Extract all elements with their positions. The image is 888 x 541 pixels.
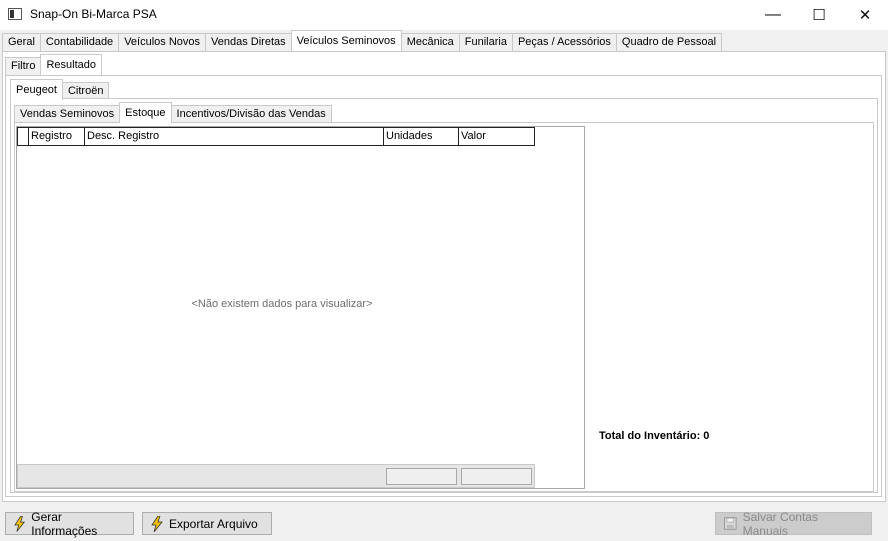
minimize-button[interactable]: — [750,0,796,30]
tab-geral[interactable]: Geral [2,33,41,51]
column-header-unidades[interactable]: Unidades [384,128,459,145]
title-bar: Snap-On Bi-Marca PSA — ☐ ✕ [0,0,888,30]
tab-filtro[interactable]: Filtro [5,57,42,75]
tab-veiculos-seminovos[interactable]: Veículos Seminovos [290,30,402,51]
inventory-grid[interactable]: Registro Desc. Registro Unidades Valor <… [16,126,585,489]
close-button[interactable]: ✕ [842,0,888,30]
column-header-desc-registro[interactable]: Desc. Registro [85,128,384,145]
section-tab-bar: Vendas Seminovos Estoque Incentivos/Divi… [14,102,332,123]
grid-footer [17,464,535,488]
footer-total-valor [461,468,532,485]
window-title: Snap-On Bi-Marca PSA [30,7,157,21]
lightning-icon [14,515,26,532]
grid-indicator-column [18,128,29,145]
sub-tab-bar: Filtro Resultado [5,54,102,75]
maximize-button[interactable]: ☐ [796,0,842,30]
tab-peugeot[interactable]: Peugeot [10,79,63,100]
tab-resultado[interactable]: Resultado [40,54,102,75]
gerar-informacoes-label: Gerar Informações [31,509,98,538]
footer-total-unidades [386,468,457,485]
tab-vendas-seminovos[interactable]: Vendas Seminovos [14,105,121,123]
inventory-total-label: Total do Inventário: 0 [599,430,710,442]
salvar-contas-manuais-button[interactable]: Salvar Contas Manuais [715,509,872,538]
tab-veiculos-novos[interactable]: Veículos Novos [118,33,207,51]
column-header-registro[interactable]: Registro [29,128,85,145]
tab-estoque[interactable]: Estoque [119,102,172,123]
tab-funilaria[interactable]: Funilaria [458,33,513,51]
main-tab-bar: Geral Contabilidade Veículos Novos Venda… [2,30,723,51]
salvar-contas-manuais-label: Salvar Contas Manuais [742,509,818,538]
exportar-arquivo-label: Exportar Arquivo [169,516,258,531]
tab-contabilidade[interactable]: Contabilidade [39,33,120,51]
lightning-icon [151,515,163,532]
tab-incentivos-divisao[interactable]: Incentivos/Divisão das Vendas [170,105,332,123]
exportar-arquivo-button[interactable]: Exportar Arquivo [142,512,272,535]
save-disk-icon [724,517,737,530]
tab-mecanica[interactable]: Mecânica [400,33,460,51]
column-header-valor[interactable]: Valor [459,128,534,145]
tab-quadro-de-pessoal[interactable]: Quadro de Pessoal [615,33,723,51]
gerar-informacoes-button[interactable]: Gerar Informações [5,509,134,538]
grid-header: Registro Desc. Registro Unidades Valor [17,127,535,146]
empty-grid-message: <Não existem dados para visualizar> [191,298,373,310]
tab-pecas-acessorios[interactable]: Peças / Acessórios [511,33,617,51]
app-icon [8,8,22,20]
tab-vendas-diretas[interactable]: Vendas Diretas [205,33,292,51]
